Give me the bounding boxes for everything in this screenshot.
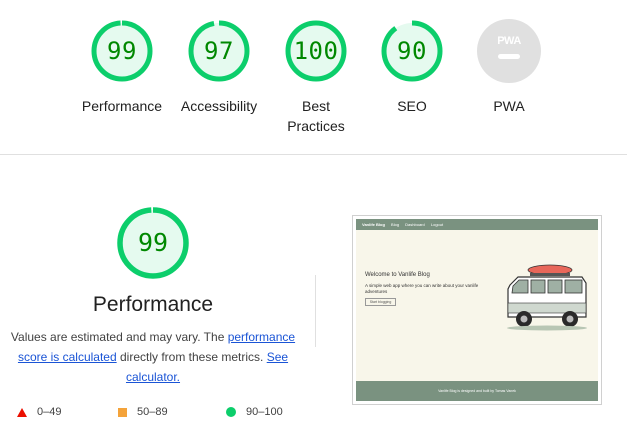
- legend-average-range: 50–89: [137, 406, 168, 418]
- pwa-badge-text: PWA: [497, 35, 521, 47]
- performance-description: Values are estimated and may vary. The p…: [4, 327, 302, 387]
- pwa-badge-icon: PWA: [477, 19, 541, 83]
- van-illustration-icon: [507, 264, 587, 331]
- thumbnail-paragraph: A simple web app where you can write abo…: [365, 283, 479, 294]
- gauge-seo[interactable]: 90 SEO: [362, 19, 462, 116]
- gauge-performance[interactable]: 99 Performance: [72, 19, 172, 116]
- thumbnail-nav-link: Logout: [430, 222, 444, 227]
- thumbnail-footer: Vanlife Blog is designed and built by To…: [356, 381, 598, 401]
- performance-big-gauge: 99: [116, 206, 190, 280]
- thumbnail-heading: Welcome to Vanlife Blog: [365, 272, 430, 278]
- best-practices-label: Best Practices: [287, 98, 345, 134]
- thumbnail-navbar: Vanlife Blog Blog Dashboard Logout: [356, 219, 598, 230]
- best-practices-score: 100: [293, 37, 339, 65]
- legend-fail: 0–49: [17, 405, 61, 419]
- pwa-label: PWA: [493, 98, 525, 114]
- seo-score: 90: [397, 37, 427, 65]
- legend-pass-range: 90–100: [246, 406, 283, 418]
- description-text-2: directly from these metrics.: [116, 350, 267, 364]
- section-divider: [0, 154, 627, 155]
- final-screenshot-thumbnail[interactable]: Vanlife Blog Blog Dashboard Logout Welco…: [352, 215, 602, 405]
- average-square-icon: [118, 407, 127, 417]
- legend-fail-range: 0–49: [37, 406, 62, 418]
- pass-circle-icon: [226, 407, 236, 418]
- thumbnail-brand: Vanlife Blog: [362, 222, 385, 227]
- performance-big-score: 99: [137, 228, 169, 257]
- performance-score: 99: [107, 37, 137, 65]
- thumbnail-nav-link: Dashboard: [405, 222, 425, 227]
- performance-label: Performance: [81, 98, 163, 114]
- legend-pass: 90–100: [226, 405, 283, 419]
- accessibility-label: Accessibility: [180, 98, 258, 114]
- vertical-divider: [315, 275, 316, 347]
- thumbnail-button: Start blogging: [365, 298, 396, 306]
- thumbnail-nav-link: Blog: [391, 222, 400, 227]
- description-text-1: Values are estimated and may vary. The: [10, 330, 228, 344]
- accessibility-score: 97: [204, 37, 234, 65]
- gauge-pwa[interactable]: PWA PWA: [459, 19, 559, 116]
- performance-title: Performance: [92, 293, 214, 316]
- gauge-accessibility[interactable]: 97 Accessibility: [169, 19, 269, 116]
- gauge-best-practices[interactable]: 100 Best Practices: [266, 19, 366, 136]
- fail-triangle-icon: [17, 407, 27, 417]
- thumbnail-page: Vanlife Blog Blog Dashboard Logout Welco…: [356, 219, 598, 401]
- seo-label: SEO: [397, 98, 427, 114]
- legend-average: 50–89: [118, 405, 168, 419]
